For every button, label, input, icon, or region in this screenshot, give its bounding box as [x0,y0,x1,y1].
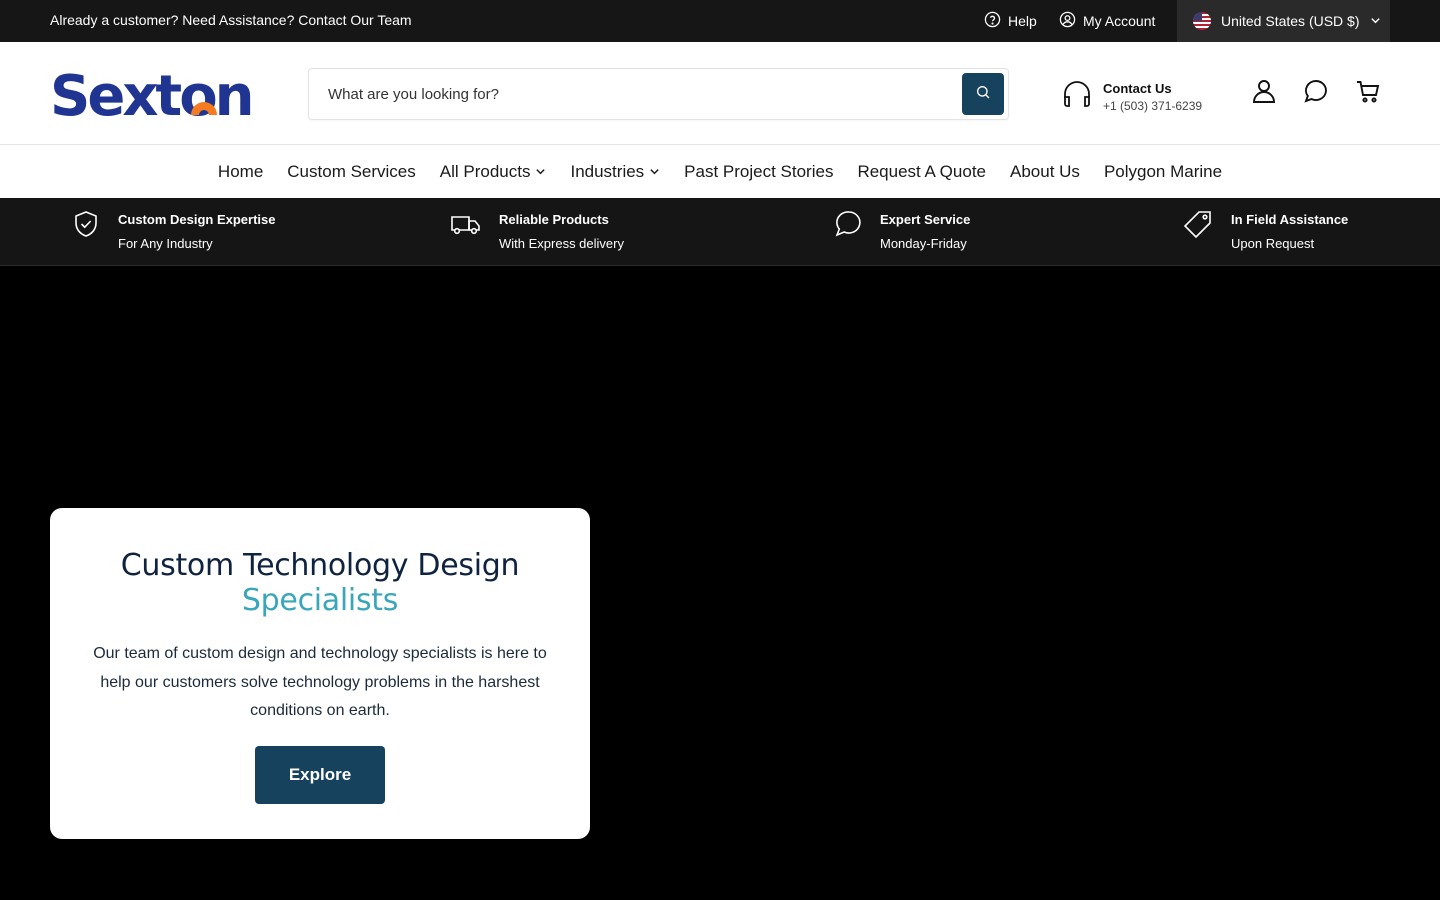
search-button[interactable] [962,73,1004,115]
tag-icon [1182,210,1213,251]
feature-item: Reliable Products With Express delivery [450,210,624,251]
locale-selector[interactable]: United States (USD $) [1177,0,1390,42]
chat-button[interactable] [1302,79,1330,107]
nav-item-label: Home [217,161,264,181]
nav-item-label: Past Project Stories [684,161,834,181]
user-icon [1251,78,1277,109]
help-icon [984,11,1001,31]
us-flag-icon [1193,12,1211,30]
shield-check-icon [72,210,100,251]
hero-banner: Custom Technology Design Specialists Our… [0,266,1440,900]
nav-item-label: All Products [439,161,531,181]
nav-item-label: Custom Services [287,161,416,181]
chevron-down-icon [649,162,660,182]
nav-item-label: Industries [570,161,645,181]
headset-icon [1061,78,1093,115]
search-input[interactable] [309,69,949,119]
hero-heading-accent: Specialists [241,583,399,618]
nav-item-home[interactable]: Home [218,162,263,182]
chevron-down-icon [1370,13,1381,29]
feature-subtitle: Upon Request [1231,236,1315,251]
contact-us-block[interactable]: Contact Us +1 (503) 371-6239 [1061,78,1202,115]
feature-subtitle: For Any Industry [118,236,213,251]
chat-icon [834,210,862,251]
contact-title: Contact Us [1103,80,1172,96]
hero-body-text: Our team of custom design and technology… [93,645,547,719]
search-icon [975,84,991,105]
nav-item-label: Polygon Marine [1103,161,1223,181]
explore-button[interactable]: Explore [255,745,385,804]
announcement-bar: Already a customer? Need Assistance? Con… [0,0,1440,42]
announcement-text[interactable]: Already a customer? Need Assistance? Con… [50,12,412,28]
help-label: Help [1008,13,1037,29]
cart-button[interactable] [1354,79,1382,107]
nav-item-label: Request A Quote [857,161,986,181]
feature-subtitle: Monday-Friday [880,236,967,251]
nav-item-industries[interactable]: Industries [570,162,660,182]
account-button[interactable] [1250,79,1278,107]
nav-item-past-project-stories[interactable]: Past Project Stories [684,162,833,182]
truck-icon [450,210,481,251]
locale-label: United States (USD $) [1221,13,1360,29]
feature-title: Reliable Products [499,212,609,227]
my-account-label: My Account [1083,13,1156,29]
feature-title: In Field Assistance [1231,212,1349,227]
cart-icon [1355,78,1381,109]
nav-item-all-products[interactable]: All Products [440,162,547,182]
search-bar [308,68,1009,120]
nav-item-about-us[interactable]: About Us [1010,162,1080,182]
contact-phone[interactable]: +1 (503) 371-6239 [1103,99,1202,113]
feature-title: Expert Service [880,212,971,227]
features-bar: Custom Design Expertise For Any Industry… [0,198,1440,266]
nav-item-polygon-marine[interactable]: Polygon Marine [1104,162,1222,182]
chat-bubble-icon [1303,78,1329,109]
feature-title: Custom Design Expertise [118,212,276,227]
feature-item: Custom Design Expertise For Any Industry [72,210,276,251]
my-account-link[interactable]: My Account [1059,11,1155,31]
chevron-down-icon [535,162,546,182]
nav-item-custom-services[interactable]: Custom Services [287,162,415,182]
logo-text: Sexton [50,64,252,122]
account-circle-icon [1059,11,1076,31]
nav-item-label: About Us [1010,161,1080,181]
main-navigation: Home Custom Services All Products Indust… [0,145,1440,198]
hero-card: Custom Technology Design Specialists Our… [50,508,590,839]
feature-subtitle: With Express delivery [499,236,624,251]
help-link[interactable]: Help [984,11,1037,31]
feature-item: Expert Service Monday-Friday [834,210,970,251]
nav-item-request-a-quote[interactable]: Request A Quote [857,162,986,182]
feature-item: In Field Assistance Upon Request [1182,210,1348,251]
site-header: Sexton Contact Us +1 (503) 371-6239 [0,42,1440,145]
hero-heading: Custom Technology Design [120,548,520,583]
sexton-logo[interactable]: Sexton [50,62,266,129]
